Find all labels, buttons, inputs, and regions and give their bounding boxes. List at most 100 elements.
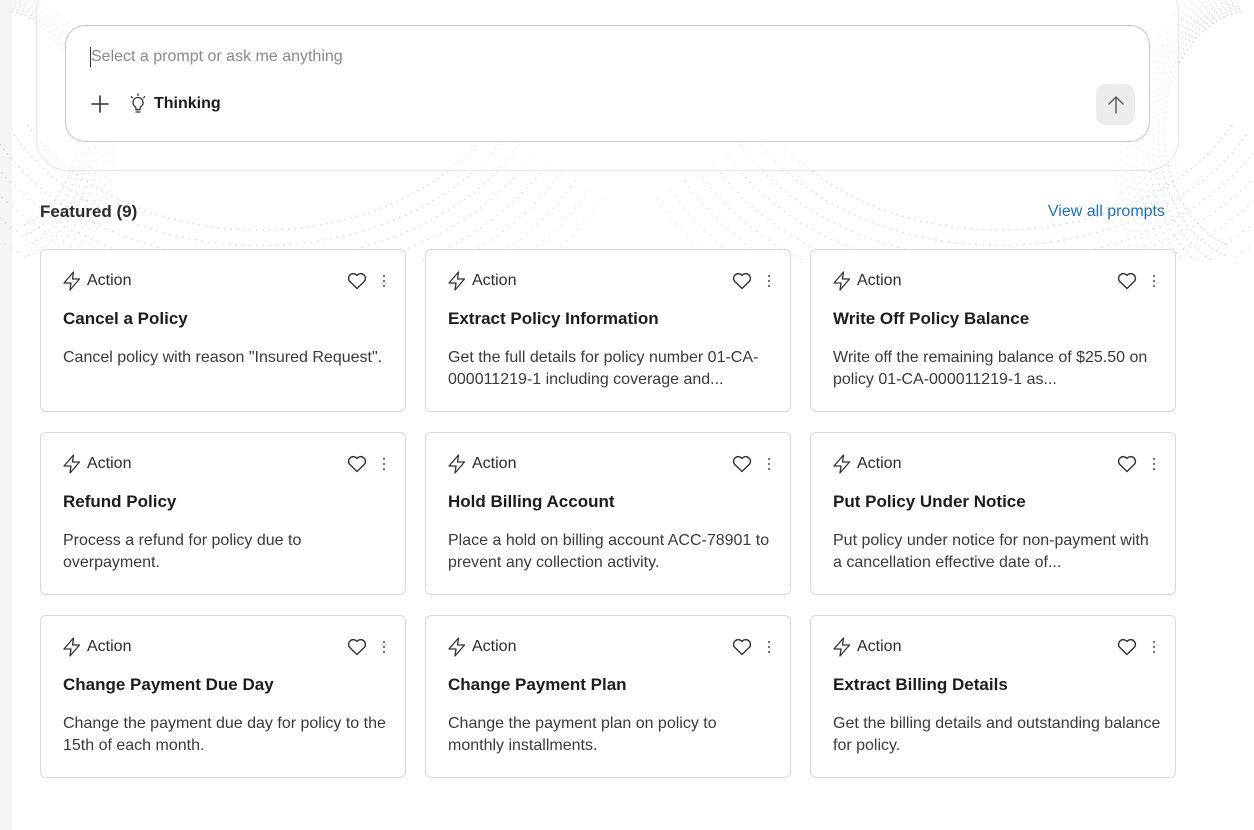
prompt-card[interactable]: Action Cancel a Policy Cancel policy wit… — [40, 249, 406, 412]
lightning-icon — [833, 454, 851, 474]
lightning-icon — [833, 271, 851, 291]
more-vertical-icon — [382, 274, 386, 288]
favorite-button[interactable] — [732, 638, 752, 656]
more-vertical-icon — [382, 457, 386, 471]
prompt-card[interactable]: Action Put Policy Under Notice Put polic… — [810, 432, 1176, 595]
card-title: Write Off Policy Balance — [833, 309, 1030, 328]
more-vertical-icon — [767, 640, 771, 654]
action-tag: Action — [61, 453, 131, 475]
card-description: Put policy under notice for non-payment … — [833, 532, 1149, 571]
action-tag: Action — [446, 270, 516, 292]
heart-icon — [347, 455, 367, 473]
card-description: Get the full details for policy number 0… — [448, 349, 759, 388]
action-label: Action — [472, 638, 517, 655]
lightning-icon — [448, 271, 466, 291]
card-title: Change Payment Due Day — [63, 675, 274, 694]
lightning-icon — [63, 637, 81, 657]
action-tag: Action — [446, 453, 516, 475]
action-label: Action — [87, 272, 132, 289]
action-label: Action — [87, 638, 132, 655]
more-options-button[interactable] — [381, 456, 387, 472]
left-rail — [0, 0, 12, 830]
heart-icon — [1117, 272, 1137, 290]
more-options-button[interactable] — [1151, 273, 1157, 289]
action-label: Action — [472, 455, 517, 472]
more-vertical-icon — [767, 457, 771, 471]
prompt-card[interactable]: Action Change Payment Due Day Change the… — [40, 615, 406, 778]
heart-icon — [1117, 638, 1137, 656]
card-title: Cancel a Policy — [63, 309, 188, 328]
prompt-input[interactable] — [91, 44, 1091, 70]
more-vertical-icon — [1152, 457, 1156, 471]
heart-icon — [732, 638, 752, 656]
prompt-card[interactable]: Action Change Payment Plan Change the pa… — [425, 615, 791, 778]
thinking-label: Thinking — [154, 95, 221, 112]
action-label: Action — [857, 455, 902, 472]
lightning-icon — [63, 454, 81, 474]
more-options-button[interactable] — [766, 456, 772, 472]
card-title: Extract Policy Information — [448, 309, 659, 328]
card-title: Hold Billing Account — [448, 492, 615, 511]
lightning-icon — [448, 637, 466, 657]
more-options-button[interactable] — [1151, 456, 1157, 472]
lightbulb-icon — [130, 93, 146, 113]
card-title: Extract Billing Details — [833, 675, 1008, 694]
favorite-button[interactable] — [732, 455, 752, 473]
action-tag: Action — [446, 636, 516, 658]
add-button[interactable] — [88, 92, 112, 116]
prompt-card[interactable]: Action Extract Policy Information Get th… — [425, 249, 791, 412]
card-description: Change the payment plan on policy to mon… — [448, 715, 717, 754]
prompt-card-grid: Action Cancel a Policy Cancel policy wit… — [40, 249, 1176, 778]
heart-icon — [347, 272, 367, 290]
action-tag: Action — [831, 270, 901, 292]
lightning-icon — [833, 637, 851, 657]
card-description: Change the payment due day for policy to… — [63, 715, 386, 754]
action-label: Action — [857, 272, 902, 289]
thinking-toggle[interactable]: Thinking — [128, 92, 221, 116]
favorite-button[interactable] — [1117, 638, 1137, 656]
card-description: Get the billing details and outstanding … — [833, 715, 1161, 754]
more-options-button[interactable] — [381, 273, 387, 289]
card-description: Process a refund for policy due to overp… — [63, 532, 302, 571]
send-button[interactable] — [1096, 84, 1135, 125]
prompt-card[interactable]: Action Write Off Policy Balance Write of… — [810, 249, 1176, 412]
card-description: Write off the remaining balance of $25.5… — [833, 349, 1148, 388]
card-title: Put Policy Under Notice — [833, 492, 1026, 511]
more-options-button[interactable] — [766, 273, 772, 289]
plus-icon — [91, 95, 109, 113]
view-all-prompts-link[interactable]: View all prompts — [1048, 203, 1165, 221]
arrow-up-icon — [1107, 95, 1124, 114]
prompt-card[interactable]: Action Extract Billing Details Get the b… — [810, 615, 1176, 778]
more-options-button[interactable] — [766, 639, 772, 655]
heart-icon — [347, 638, 367, 656]
lightning-icon — [63, 271, 81, 291]
favorite-button[interactable] — [347, 272, 367, 290]
prompt-card[interactable]: Action Hold Billing Account Place a hold… — [425, 432, 791, 595]
more-vertical-icon — [1152, 274, 1156, 288]
action-tag: Action — [61, 270, 131, 292]
action-tag: Action — [831, 636, 901, 658]
favorite-button[interactable] — [347, 638, 367, 656]
card-title: Refund Policy — [63, 492, 177, 511]
card-description: Cancel policy with reason "Insured Reque… — [63, 349, 383, 366]
action-tag: Action — [831, 453, 901, 475]
favorite-button[interactable] — [347, 455, 367, 473]
card-title: Change Payment Plan — [448, 675, 627, 694]
heart-icon — [732, 455, 752, 473]
card-description: Place a hold on billing account ACC-7890… — [448, 532, 770, 571]
favorite-button[interactable] — [1117, 455, 1137, 473]
heart-icon — [732, 272, 752, 290]
more-options-button[interactable] — [381, 639, 387, 655]
more-options-button[interactable] — [1151, 639, 1157, 655]
more-vertical-icon — [382, 640, 386, 654]
featured-heading: Featured (9) — [40, 202, 138, 221]
action-label: Action — [472, 272, 517, 289]
heart-icon — [1117, 455, 1137, 473]
action-tag: Action — [61, 636, 131, 658]
prompt-card[interactable]: Action Refund Policy Process a refund fo… — [40, 432, 406, 595]
more-vertical-icon — [767, 274, 771, 288]
lightning-icon — [448, 454, 466, 474]
favorite-button[interactable] — [732, 272, 752, 290]
favorite-button[interactable] — [1117, 272, 1137, 290]
prompt-box: Thinking — [65, 25, 1150, 142]
